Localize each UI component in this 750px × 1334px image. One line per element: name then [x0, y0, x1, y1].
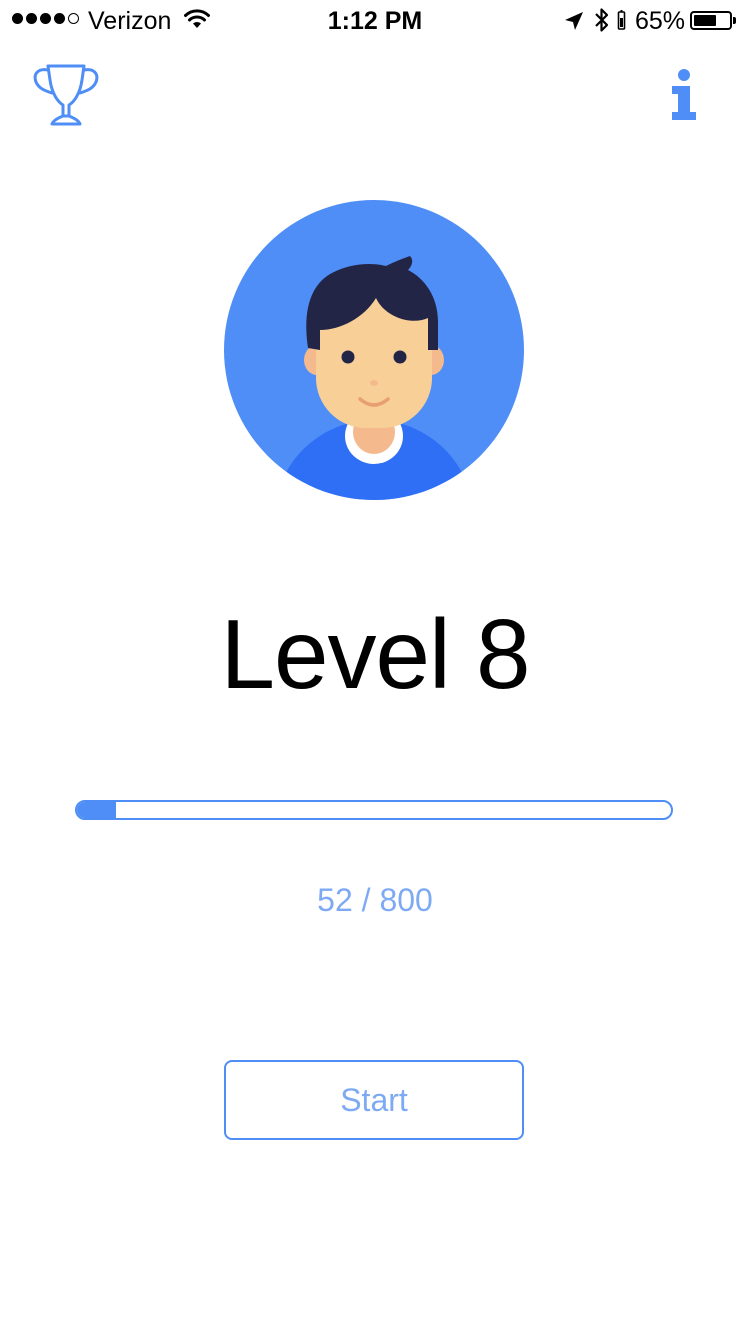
- info-icon[interactable]: [662, 68, 706, 122]
- battery-percent: 65%: [635, 7, 686, 35]
- level-progress-bar: [75, 800, 673, 820]
- status-bar: Verizon 1:12 PM 65%: [0, 0, 750, 40]
- progress-separator: /: [352, 882, 380, 918]
- progress-total: 800: [379, 882, 433, 918]
- boy-avatar-icon: [224, 200, 524, 500]
- start-button[interactable]: Start: [224, 1060, 524, 1140]
- battery-charge-indicator-icon: [617, 10, 626, 30]
- battery-fill: [694, 15, 716, 26]
- battery-tip: [733, 17, 736, 24]
- trophy-icon[interactable]: [30, 60, 102, 132]
- level-title: Level 8: [220, 599, 530, 709]
- bluetooth-icon: [595, 8, 609, 32]
- progress-current: 52: [317, 882, 353, 918]
- location-arrow-icon: [565, 12, 583, 30]
- progress-count: 52 / 800: [0, 882, 750, 919]
- level-progress-fill: [77, 802, 116, 818]
- battery-icon: [690, 11, 732, 30]
